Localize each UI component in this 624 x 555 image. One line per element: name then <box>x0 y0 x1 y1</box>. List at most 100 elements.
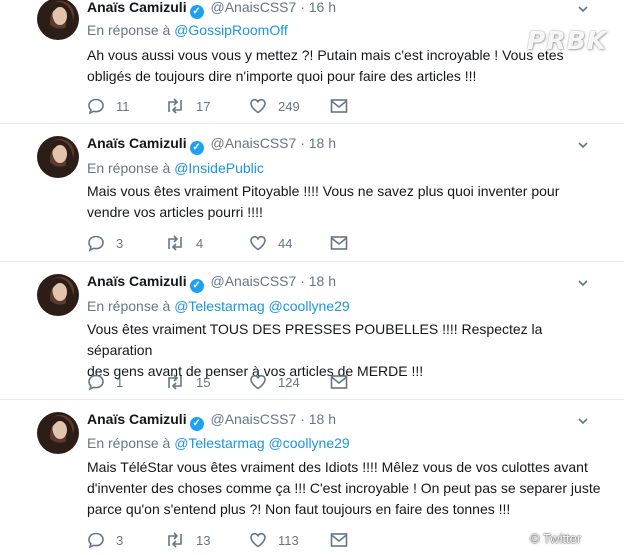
retweet-count: 15 <box>196 374 211 390</box>
tweet-text: Mais TéléStar vous êtes vraiment des Idi… <box>87 457 607 520</box>
dm-button[interactable] <box>330 233 348 253</box>
tweet-actions: 3 13 113 <box>87 530 387 550</box>
separator-dot: · <box>300 135 305 151</box>
reply-count: 11 <box>116 98 130 114</box>
dm-button[interactable] <box>330 96 348 116</box>
timestamp[interactable]: 18 h <box>309 135 336 151</box>
timestamp[interactable]: 18 h <box>309 273 336 289</box>
author-name[interactable]: Anaïs Camizuli <box>87 273 187 289</box>
tweet-text: Mais vous êtes vraiment Pitoyable !!!! V… <box>87 181 567 223</box>
timestamp[interactable]: 18 h <box>309 411 336 427</box>
author-name[interactable]: Anaïs Camizuli <box>87 0 187 15</box>
reply-button[interactable]: 3 <box>87 233 123 253</box>
twitter-credit: © Twitter <box>530 531 582 546</box>
reply-prefix: En réponse à <box>87 298 171 314</box>
retweet-count: 17 <box>196 98 211 114</box>
heart-icon <box>250 235 266 251</box>
envelope-icon <box>330 236 348 250</box>
tweet-header: Anaïs Camizuli ✓ @AnaisCSS7 · 16 h <box>87 0 336 19</box>
like-button[interactable]: 44 <box>249 233 292 253</box>
text-line: Vous êtes vraiment TOUS DES PRESSES POUB… <box>87 321 543 358</box>
verified-badge-icon: ✓ <box>189 417 204 431</box>
author-name[interactable]: Anaïs Camizuli <box>87 411 187 427</box>
text-line: Mais vous êtes vraiment Pitoyable !!!! V… <box>87 183 560 199</box>
like-count: 124 <box>278 374 300 390</box>
reply-prefix: En réponse à <box>87 435 171 451</box>
retweet-button[interactable]: 4 <box>165 233 203 253</box>
heart-icon <box>250 532 266 548</box>
mention-link[interactable]: @InsidePublic <box>174 160 264 176</box>
reply-count: 1 <box>116 374 124 390</box>
dm-button[interactable] <box>330 530 348 550</box>
reply-icon <box>88 235 104 252</box>
like-button[interactable]: 124 <box>249 372 300 392</box>
tweet-actions: 3 4 44 <box>87 233 387 253</box>
author-handle[interactable]: @AnaisCSS7 <box>210 411 296 427</box>
chevron-down-icon[interactable] <box>578 4 588 14</box>
like-count: 113 <box>278 532 299 548</box>
text-line: vendre vos articles pourri !!!! <box>87 204 263 220</box>
like-count: 249 <box>278 98 300 114</box>
tweet[interactable]: Anaïs Camizuli ✓ @AnaisCSS7 · 18 h En rép… <box>0 262 624 400</box>
author-handle[interactable]: @AnaisCSS7 <box>210 273 296 289</box>
avatar[interactable] <box>37 136 79 178</box>
dm-button[interactable] <box>330 372 348 392</box>
envelope-icon <box>330 533 348 547</box>
separator-dot: · <box>300 273 305 289</box>
verified-badge-icon: ✓ <box>189 279 204 293</box>
verified-badge-icon: ✓ <box>189 5 204 19</box>
tweet[interactable]: Anaïs Camizuli ✓ @AnaisCSS7 · 18 h En rép… <box>0 124 624 262</box>
separator-dot: · <box>300 0 305 15</box>
author-handle[interactable]: @AnaisCSS7 <box>210 0 296 15</box>
reply-prefix: En réponse à <box>87 22 171 38</box>
retweet-icon <box>168 532 182 548</box>
like-button[interactable]: 249 <box>249 96 300 116</box>
reply-context: En réponse à @InsidePublic <box>87 160 264 176</box>
chevron-down-icon[interactable] <box>578 140 588 150</box>
heart-icon <box>250 98 266 114</box>
reply-context: En réponse à @GossipRoomOff <box>87 22 288 38</box>
envelope-icon <box>330 375 348 389</box>
tweet[interactable]: Anaïs Camizuli ✓ @AnaisCSS7 · 16 h En rép… <box>0 0 624 124</box>
mention-link[interactable]: @Telestarmag @coollyne29 <box>174 298 350 314</box>
text-line: obligés de toujours dire n'importe quoi … <box>87 68 477 84</box>
reply-icon <box>88 374 104 391</box>
reply-context: En réponse à @Telestarmag @coollyne29 <box>87 298 350 314</box>
avatar[interactable] <box>37 274 79 316</box>
reply-prefix: En réponse à <box>87 160 171 176</box>
avatar[interactable] <box>37 0 79 40</box>
retweet-icon <box>168 374 182 390</box>
reply-button[interactable]: 3 <box>87 530 123 550</box>
text-line: Mais TéléStar vous êtes vraiment des Idi… <box>87 459 588 475</box>
tweet-header: Anaïs Camizuli ✓ @AnaisCSS7 · 18 h <box>87 411 336 431</box>
reply-count: 3 <box>116 235 124 251</box>
like-button[interactable]: 113 <box>249 530 299 550</box>
retweet-icon <box>168 98 182 114</box>
mention-link[interactable]: @Telestarmag @coollyne29 <box>174 435 350 451</box>
retweet-button[interactable]: 13 <box>165 530 210 550</box>
retweet-count: 13 <box>196 532 211 548</box>
author-handle[interactable]: @AnaisCSS7 <box>210 135 296 151</box>
reply-button[interactable]: 11 <box>87 96 130 116</box>
text-line: d'inventer des choses comme ça !!! C'est… <box>87 480 601 496</box>
reply-context: En réponse à @Telestarmag @coollyne29 <box>87 435 350 451</box>
retweet-button[interactable]: 17 <box>165 96 210 116</box>
separator-dot: · <box>300 411 305 427</box>
retweet-button[interactable]: 15 <box>165 372 210 392</box>
avatar[interactable] <box>37 412 79 454</box>
mention-link[interactable]: @GossipRoomOff <box>174 22 288 38</box>
tweet-header: Anaïs Camizuli ✓ @AnaisCSS7 · 18 h <box>87 273 336 293</box>
verified-badge-icon: ✓ <box>189 141 204 155</box>
like-count: 44 <box>278 235 293 251</box>
tweet-actions: 1 15 124 <box>87 372 387 392</box>
envelope-icon <box>330 99 348 113</box>
chevron-down-icon[interactable] <box>578 278 588 288</box>
retweet-icon <box>168 235 182 251</box>
tweet-actions: 11 17 249 <box>87 96 387 116</box>
text-line: parce qu'on s'entend plus ?! Non faut to… <box>87 501 511 517</box>
author-name[interactable]: Anaïs Camizuli <box>87 135 187 151</box>
chevron-down-icon[interactable] <box>578 416 588 426</box>
heart-icon <box>250 374 266 390</box>
timestamp[interactable]: 16 h <box>309 0 336 15</box>
reply-button[interactable]: 1 <box>87 372 123 392</box>
